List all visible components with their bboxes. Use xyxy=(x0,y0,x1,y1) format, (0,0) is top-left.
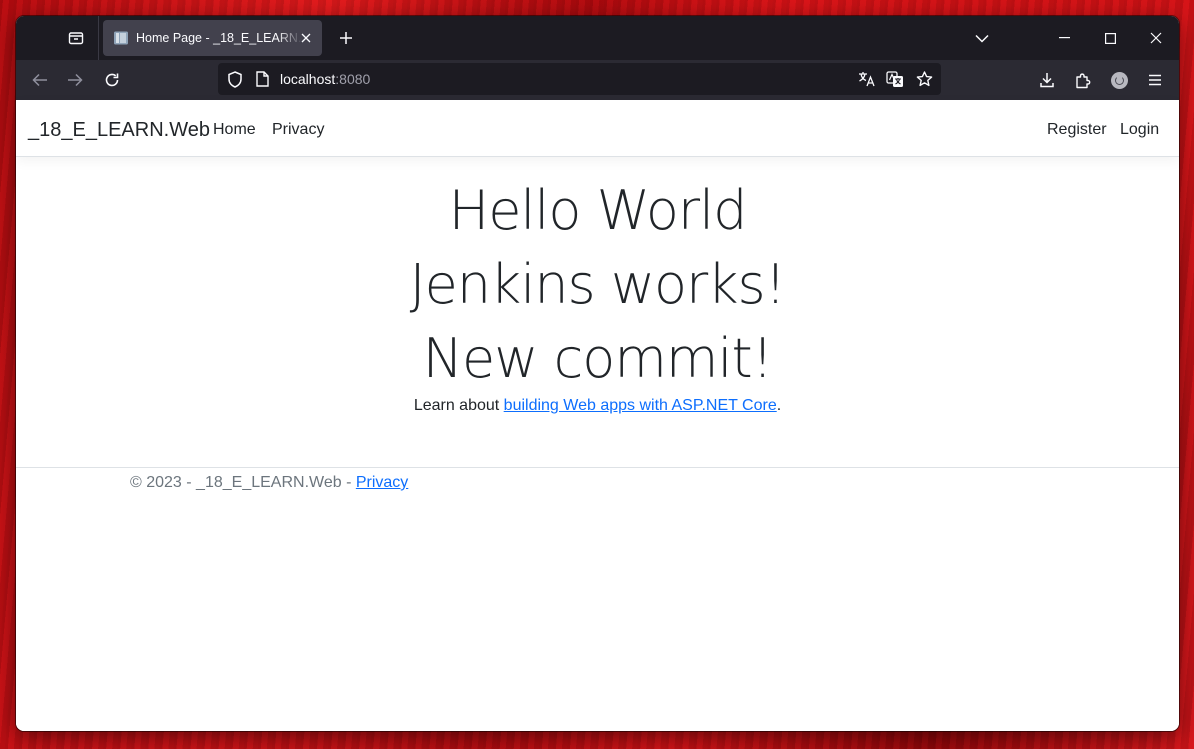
firefox-view-icon xyxy=(68,32,84,45)
account-button[interactable] xyxy=(1106,67,1132,93)
tab-title: Home Page - _18_E_LEARN.Web xyxy=(136,31,302,45)
url-text: localhost:8080 xyxy=(280,71,370,87)
heading-jenkins-works: Jenkins works! xyxy=(409,253,787,316)
close-window-icon xyxy=(1150,32,1162,44)
address-bar[interactable]: localhost:8080 xyxy=(218,63,941,95)
tab-separator xyxy=(98,16,99,60)
translate-icon[interactable] xyxy=(858,70,876,88)
footer-copyright: © 2023 - _18_E_LEARN.Web - xyxy=(130,474,356,491)
reader-translate-icon[interactable] xyxy=(886,70,904,88)
account-avatar-icon xyxy=(1110,71,1128,89)
puzzle-piece-icon xyxy=(1076,72,1091,88)
tab-bar: Home Page - _18_E_LEARN.Web xyxy=(16,16,1179,60)
url-port: :8080 xyxy=(335,71,371,87)
close-icon xyxy=(301,33,311,43)
site-navbar: _18_E_LEARN.Web Home Privacy Register Lo… xyxy=(16,100,1179,157)
maximize-button[interactable] xyxy=(1087,16,1133,60)
nav-link-login[interactable]: Login xyxy=(1120,121,1159,139)
list-all-tabs-button[interactable] xyxy=(972,28,992,48)
hamburger-menu-icon xyxy=(1149,74,1161,86)
page-favicon-icon xyxy=(114,31,128,45)
bookmark-star-icon[interactable] xyxy=(915,70,933,88)
page-info-icon[interactable] xyxy=(253,70,271,88)
reload-icon xyxy=(105,73,119,87)
learn-about-paragraph: Learn about building Web apps with ASP.N… xyxy=(16,397,1179,415)
download-icon xyxy=(1040,73,1054,88)
arrow-right-icon xyxy=(68,73,83,87)
heading-hello-world: Hello World xyxy=(448,179,748,242)
aspnet-docs-link[interactable]: building Web apps with ASP.NET Core xyxy=(504,397,777,414)
browser-window: Home Page - _18_E_LEARN.Web xyxy=(16,16,1179,731)
arrow-left-icon xyxy=(32,73,47,87)
learn-prefix-text: Learn about xyxy=(413,397,504,414)
learn-suffix-text: . xyxy=(776,397,782,414)
main-content: Hello World Jenkins works! New commit! L… xyxy=(16,157,1179,415)
heading-new-commit: New commit! xyxy=(422,327,774,390)
site-brand-link[interactable]: _18_E_LEARN.Web xyxy=(28,119,210,142)
new-tab-button[interactable] xyxy=(333,25,359,51)
navigation-toolbar: localhost:8080 xyxy=(16,60,1179,100)
minimize-button[interactable] xyxy=(1042,16,1088,60)
url-host: localhost xyxy=(280,71,336,87)
firefox-view-button[interactable] xyxy=(62,24,90,52)
footer-privacy-link[interactable]: Privacy xyxy=(356,474,408,491)
minimize-icon xyxy=(1059,37,1070,39)
back-button[interactable] xyxy=(27,67,53,93)
tab-home-page[interactable]: Home Page - _18_E_LEARN.Web xyxy=(103,20,322,56)
chevron-down-icon xyxy=(975,34,989,43)
nav-link-privacy[interactable]: Privacy xyxy=(272,121,324,139)
web-page: _18_E_LEARN.Web Home Privacy Register Lo… xyxy=(16,100,1179,731)
downloads-button[interactable] xyxy=(1034,67,1060,93)
app-menu-button[interactable] xyxy=(1142,67,1168,93)
close-window-button[interactable] xyxy=(1133,16,1179,60)
maximize-icon xyxy=(1104,32,1116,44)
tab-close-button[interactable] xyxy=(298,30,314,46)
site-footer: © 2023 - _18_E_LEARN.Web - Privacy xyxy=(16,467,1179,508)
forward-button[interactable] xyxy=(62,67,88,93)
plus-icon xyxy=(340,32,352,44)
footer-text: © 2023 - _18_E_LEARN.Web - Privacy xyxy=(130,474,408,492)
nav-link-register[interactable]: Register xyxy=(1047,121,1107,139)
nav-link-home[interactable]: Home xyxy=(213,121,256,139)
reload-button[interactable] xyxy=(99,67,125,93)
tracking-protection-shield-icon[interactable] xyxy=(226,70,244,88)
extensions-button[interactable] xyxy=(1070,67,1096,93)
